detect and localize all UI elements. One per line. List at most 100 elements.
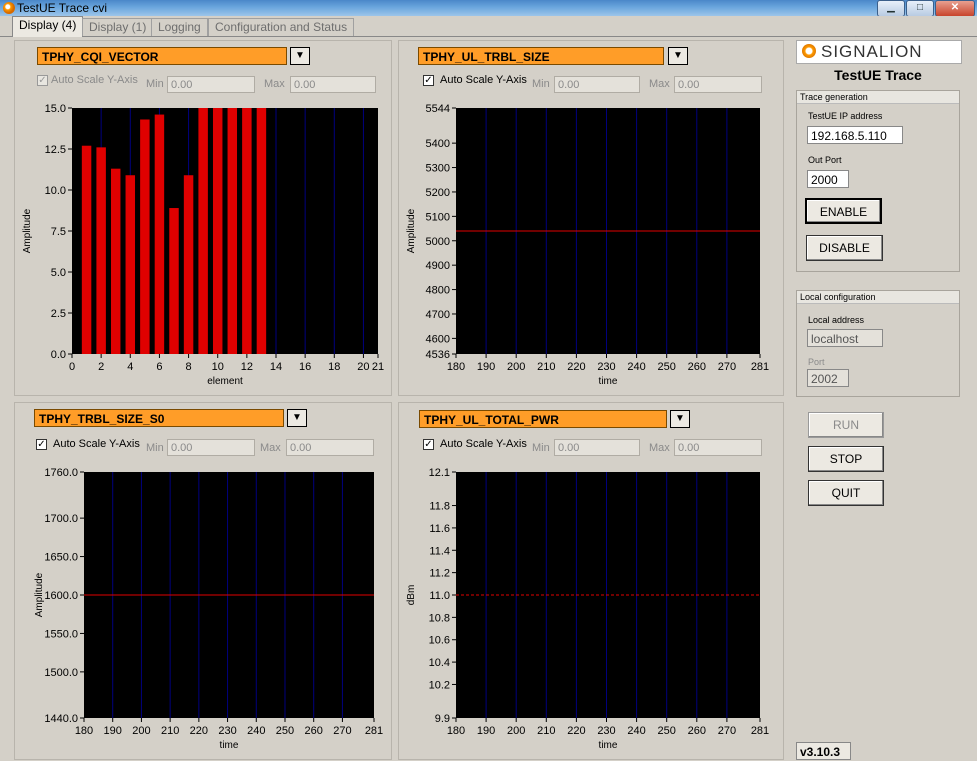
minimize-button[interactable]: ▁ xyxy=(877,0,905,17)
x-tick-label: 250 xyxy=(658,725,676,737)
disable-button[interactable]: DISABLE xyxy=(806,235,883,261)
local-address-input[interactable]: localhost xyxy=(807,329,883,347)
autoscale-checkbox[interactable]: ✓ xyxy=(37,75,48,86)
y-tick-label: 11.2 xyxy=(429,568,450,580)
x-tick-label: 281 xyxy=(365,725,383,737)
x-tick-label: 220 xyxy=(190,725,208,737)
bar xyxy=(198,108,208,354)
min-input[interactable]: 0.00 xyxy=(554,439,640,456)
autoscale-checkbox[interactable]: ✓ xyxy=(36,439,47,450)
x-tick-label: 8 xyxy=(186,361,192,373)
ip-address-input[interactable]: 192.168.5.110 xyxy=(807,126,903,144)
min-input[interactable]: 0.00 xyxy=(554,76,640,93)
group-header: Trace generation xyxy=(797,91,959,104)
max-input[interactable]: 0.00 xyxy=(286,439,374,456)
x-tick-label: 190 xyxy=(104,725,122,737)
dropdown-arrow-icon[interactable]: ▼ xyxy=(668,47,688,65)
close-button[interactable]: ✕ xyxy=(935,0,975,17)
dropdown-arrow-icon[interactable]: ▼ xyxy=(287,409,307,427)
max-label: Max xyxy=(649,442,670,454)
min-label: Min xyxy=(146,78,164,90)
y-tick-label: 5000 xyxy=(426,236,450,248)
bar xyxy=(110,168,121,354)
x-tick-label: 16 xyxy=(299,361,311,373)
port-label: Port xyxy=(808,357,825,367)
y-tick-label: 1600.0 xyxy=(44,590,78,602)
max-label: Max xyxy=(649,78,670,90)
signalion-logo: SIGNALION xyxy=(796,40,962,64)
min-label: Min xyxy=(532,442,550,454)
autoscale-checkbox[interactable]: ✓ xyxy=(423,75,434,86)
tab-display-1[interactable]: Display (1) xyxy=(82,18,154,36)
chart-ul-trbl-size: 180 190 200 210 220 230 240 250 260 270 281 4536 460… xyxy=(406,103,769,387)
local-port-input[interactable]: 2002 xyxy=(807,369,849,387)
x-tick-label: 240 xyxy=(247,725,265,737)
bar xyxy=(227,108,238,354)
bar xyxy=(140,119,150,354)
logo-icon xyxy=(802,44,816,58)
bar xyxy=(125,175,136,354)
tab-configuration[interactable]: Configuration and Status xyxy=(208,18,355,36)
x-tick-label: 270 xyxy=(718,361,736,373)
tab-display-4[interactable]: Display (4) xyxy=(12,16,84,37)
y-tick-label: 7.5 xyxy=(51,226,66,238)
y-tick-label: 5544 xyxy=(426,103,450,115)
y-tick-label: 12.1 xyxy=(429,467,450,479)
y-tick-label: 1700.0 xyxy=(44,513,78,525)
max-input[interactable]: 0.00 xyxy=(674,439,762,456)
signal-selector[interactable]: TPHY_UL_TOTAL_PWR xyxy=(419,410,667,428)
signal-selector[interactable]: TPHY_CQI_VECTOR xyxy=(37,47,287,65)
y-tick-label: 12.5 xyxy=(45,144,66,156)
y-tick-label: 5100 xyxy=(426,211,450,223)
run-button[interactable]: RUN xyxy=(808,412,884,438)
y-tick-label: 4600 xyxy=(426,333,450,345)
signal-selector[interactable]: TPHY_UL_TRBL_SIZE xyxy=(418,47,664,65)
app-title: TestUE Trace xyxy=(834,67,922,83)
x-tick-label: 20 xyxy=(357,361,369,373)
x-tick-label: 260 xyxy=(305,725,323,737)
min-input[interactable]: 0.00 xyxy=(167,439,255,456)
quit-button[interactable]: QUIT xyxy=(808,480,884,506)
signal-selector[interactable]: TPHY_TRBL_SIZE_S0 xyxy=(34,409,284,427)
y-tick-label: 15.0 xyxy=(45,103,66,115)
min-input[interactable]: 0.00 xyxy=(167,76,255,93)
x-axis-label: element xyxy=(207,376,243,387)
bar xyxy=(242,108,252,354)
x-tick-label: 250 xyxy=(276,725,294,737)
dropdown-arrow-icon[interactable]: ▼ xyxy=(290,47,310,65)
y-tick-label: 5300 xyxy=(426,163,450,175)
x-tick-label: 210 xyxy=(537,725,555,737)
x-tick-label: 260 xyxy=(688,725,706,737)
bar xyxy=(212,108,223,354)
x-tick-label: 220 xyxy=(567,725,585,737)
y-axis-label: dBm xyxy=(406,585,417,606)
bar xyxy=(169,208,179,354)
y-tick-label: 1440.0 xyxy=(44,713,78,725)
out-port-input[interactable]: 2000 xyxy=(807,170,849,188)
x-tick-label: 180 xyxy=(447,725,465,737)
x-tick-label: 18 xyxy=(328,361,340,373)
stop-button[interactable]: STOP xyxy=(808,446,884,472)
max-input[interactable]: 0.00 xyxy=(290,76,376,93)
x-tick-label: 180 xyxy=(75,725,93,737)
y-tick-label: 4900 xyxy=(426,260,450,272)
bar xyxy=(81,145,92,354)
enable-button[interactable]: ENABLE xyxy=(805,198,882,224)
bar xyxy=(96,147,106,354)
maximize-button[interactable]: □ xyxy=(906,0,934,17)
app-icon xyxy=(3,2,15,14)
chart-trbl-size-s0: 180 190 200 210 220 230 240 250 260 270 281 1440.0 1… xyxy=(34,467,383,751)
tab-logging[interactable]: Logging xyxy=(151,18,208,36)
y-tick-label: 5.0 xyxy=(51,267,66,279)
local-address-label: Local address xyxy=(808,315,865,325)
chart-cqi-vector: 0 2 4 6 8 10 12 14 16 18 20 21 0.0 2.5 5.0 7.5 10.0 12.5 1… xyxy=(22,103,384,387)
autoscale-checkbox[interactable]: ✓ xyxy=(423,439,434,450)
x-tick-label: 180 xyxy=(447,361,465,373)
dropdown-arrow-icon[interactable]: ▼ xyxy=(670,410,690,428)
y-tick-label: 1650.0 xyxy=(44,552,78,564)
autoscale-label: Auto Scale Y-Axis xyxy=(440,74,527,86)
autoscale-label: Auto Scale Y-Axis xyxy=(51,74,138,86)
y-tick-label: 11.0 xyxy=(429,590,450,602)
x-tick-label: 230 xyxy=(597,725,615,737)
max-input[interactable]: 0.00 xyxy=(674,76,762,93)
